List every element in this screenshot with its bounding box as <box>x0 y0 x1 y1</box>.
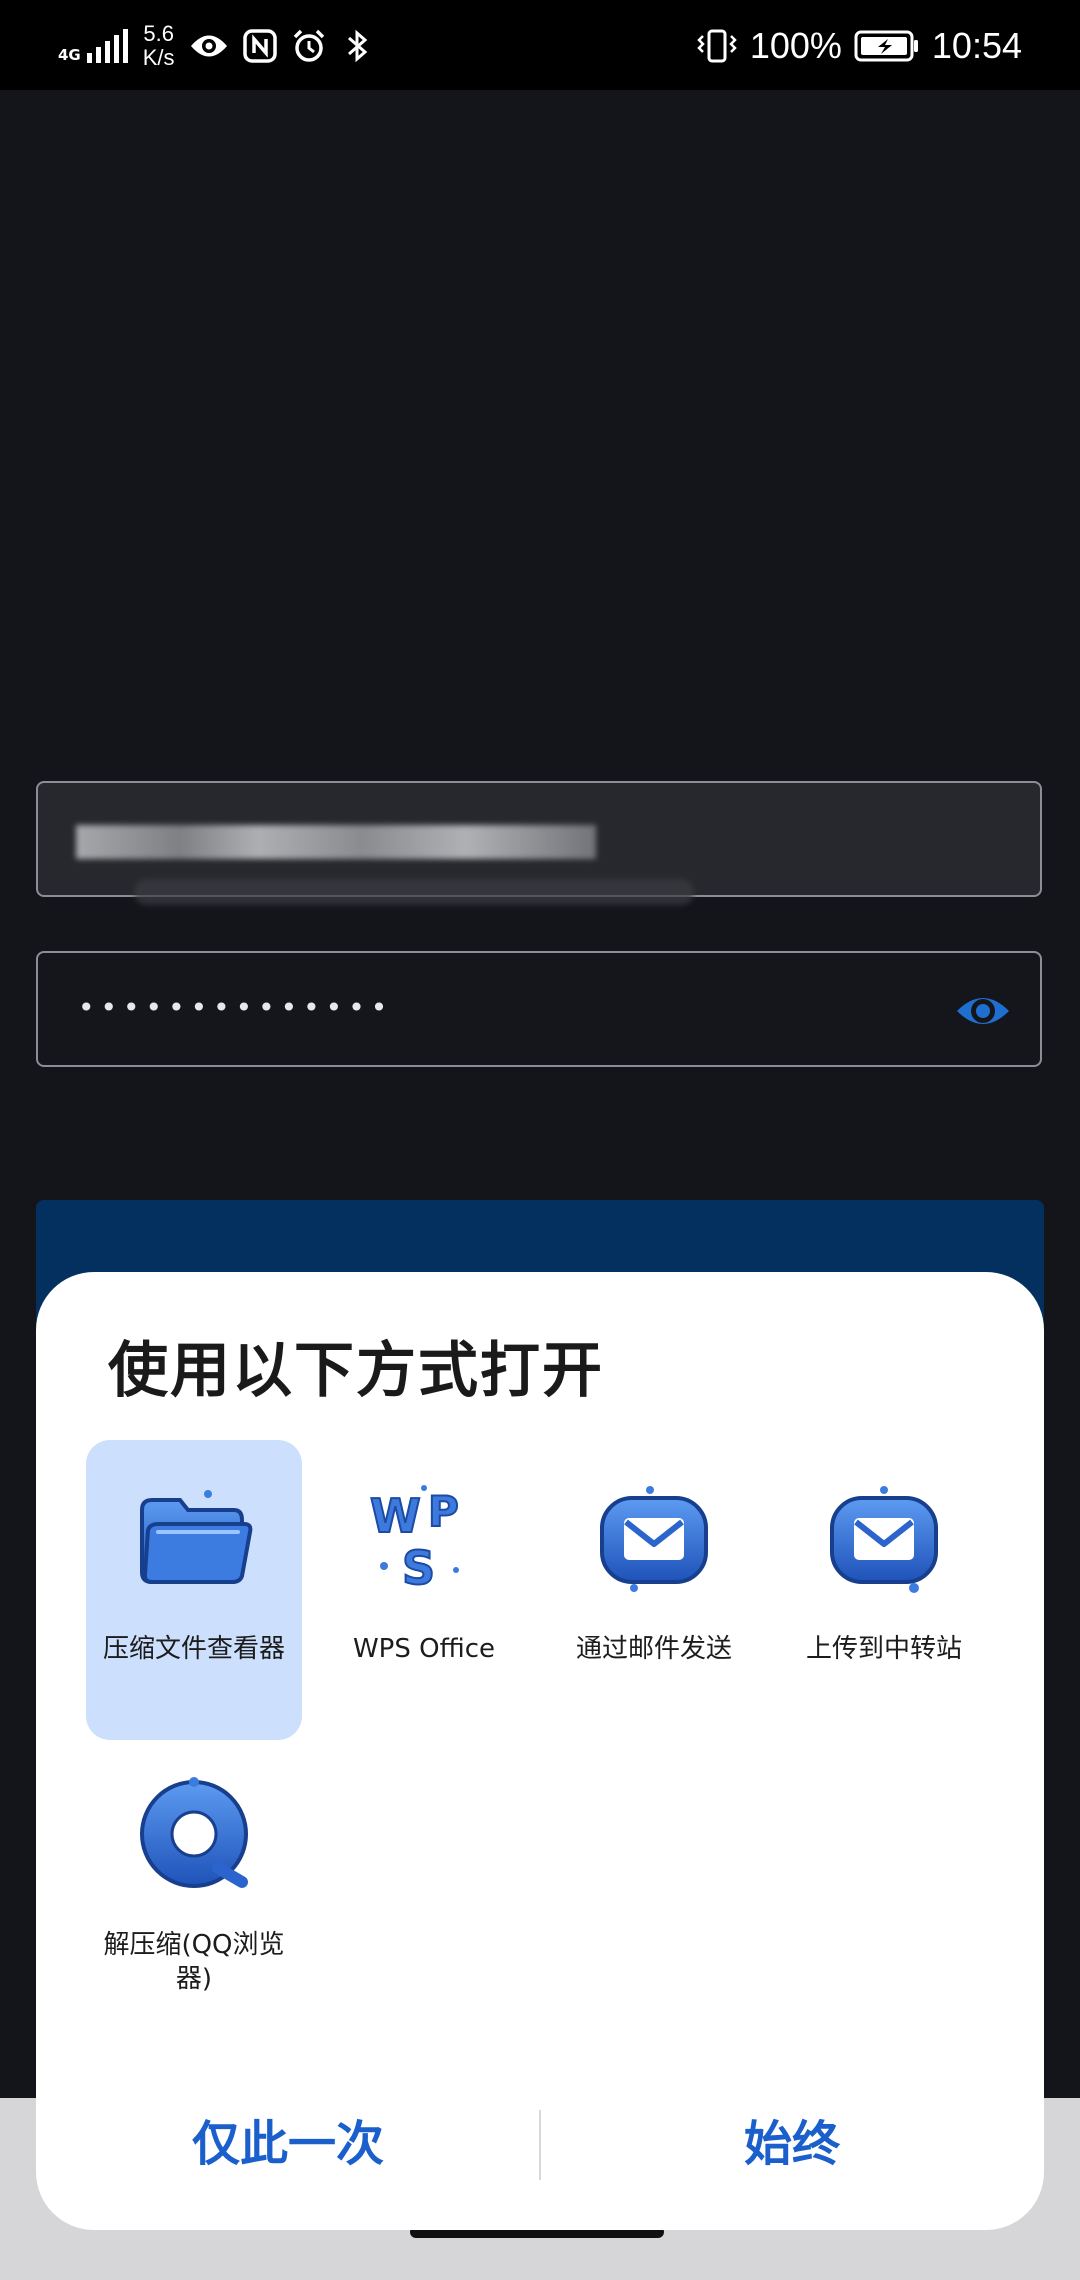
bluetooth-icon <box>347 29 367 63</box>
app-option-archive-viewer[interactable]: 压缩文件查看器 <box>86 1440 302 1740</box>
autofill-suggestion-shadow <box>134 879 694 905</box>
redacted-username <box>76 825 596 859</box>
net-speed-unit: K/s <box>142 45 175 70</box>
app-option-qq-browser-unzip[interactable]: 解压缩(QQ浏览器) <box>86 1762 302 2062</box>
qq-browser-icon <box>140 1777 248 1888</box>
nfc-icon <box>242 29 277 63</box>
signal-icon <box>86 29 128 63</box>
sheet-title: 使用以下方式打开 <box>108 1336 604 1406</box>
wps-icon: W P S <box>369 1485 460 1596</box>
svg-text:S: S <box>402 1541 435 1595</box>
open-with-sheet: 使用以下方式打开 压缩文件查看器 W P S WPS Office 通过邮件发送… <box>36 1272 1044 2230</box>
app-label: 通过邮件发送 <box>575 1634 732 1664</box>
app-label: 解压缩(QQ浏览器) <box>103 1930 285 1994</box>
app-option-wps-office[interactable]: W P S WPS Office <box>316 1440 532 1740</box>
eye-icon <box>190 35 227 57</box>
alarm-icon <box>293 29 324 62</box>
app-label: WPS Office <box>352 1634 496 1664</box>
always-button[interactable]: 始终 <box>540 2104 1044 2184</box>
status-bar: 4G 5.6 K/s 100% 10:54 <box>0 0 1080 90</box>
battery-percent: 100% <box>749 25 842 66</box>
svg-text:P: P <box>428 1487 459 1536</box>
app-option-upload-transfer[interactable]: 上传到中转站 <box>776 1440 992 1740</box>
net-speed-value: 5.6 <box>143 21 174 46</box>
battery-charging-icon <box>854 30 918 62</box>
show-password-icon[interactable] <box>954 983 1012 1039</box>
svg-text:W: W <box>370 1489 421 1543</box>
username-field[interactable] <box>36 781 1042 905</box>
clock: 10:54 <box>931 25 1022 66</box>
network-type-label: 4G <box>58 46 81 64</box>
signal-indicator: 4G <box>58 29 129 63</box>
vibrate-icon <box>697 29 737 63</box>
net-speed: 5.6 K/s <box>143 22 175 70</box>
mail-icon <box>600 1486 708 1592</box>
app-label: 压缩文件查看器 <box>102 1634 285 1664</box>
password-mask: •••••••••••••• <box>78 991 394 1024</box>
app-option-send-email[interactable]: 通过邮件发送 <box>546 1440 762 1740</box>
app-label: 上传到中转站 <box>805 1634 962 1664</box>
mail-icon <box>830 1486 938 1593</box>
password-field[interactable]: •••••••••••••• <box>36 951 1042 1067</box>
just-once-button[interactable]: 仅此一次 <box>36 2104 540 2184</box>
folder-icon <box>140 1490 253 1584</box>
